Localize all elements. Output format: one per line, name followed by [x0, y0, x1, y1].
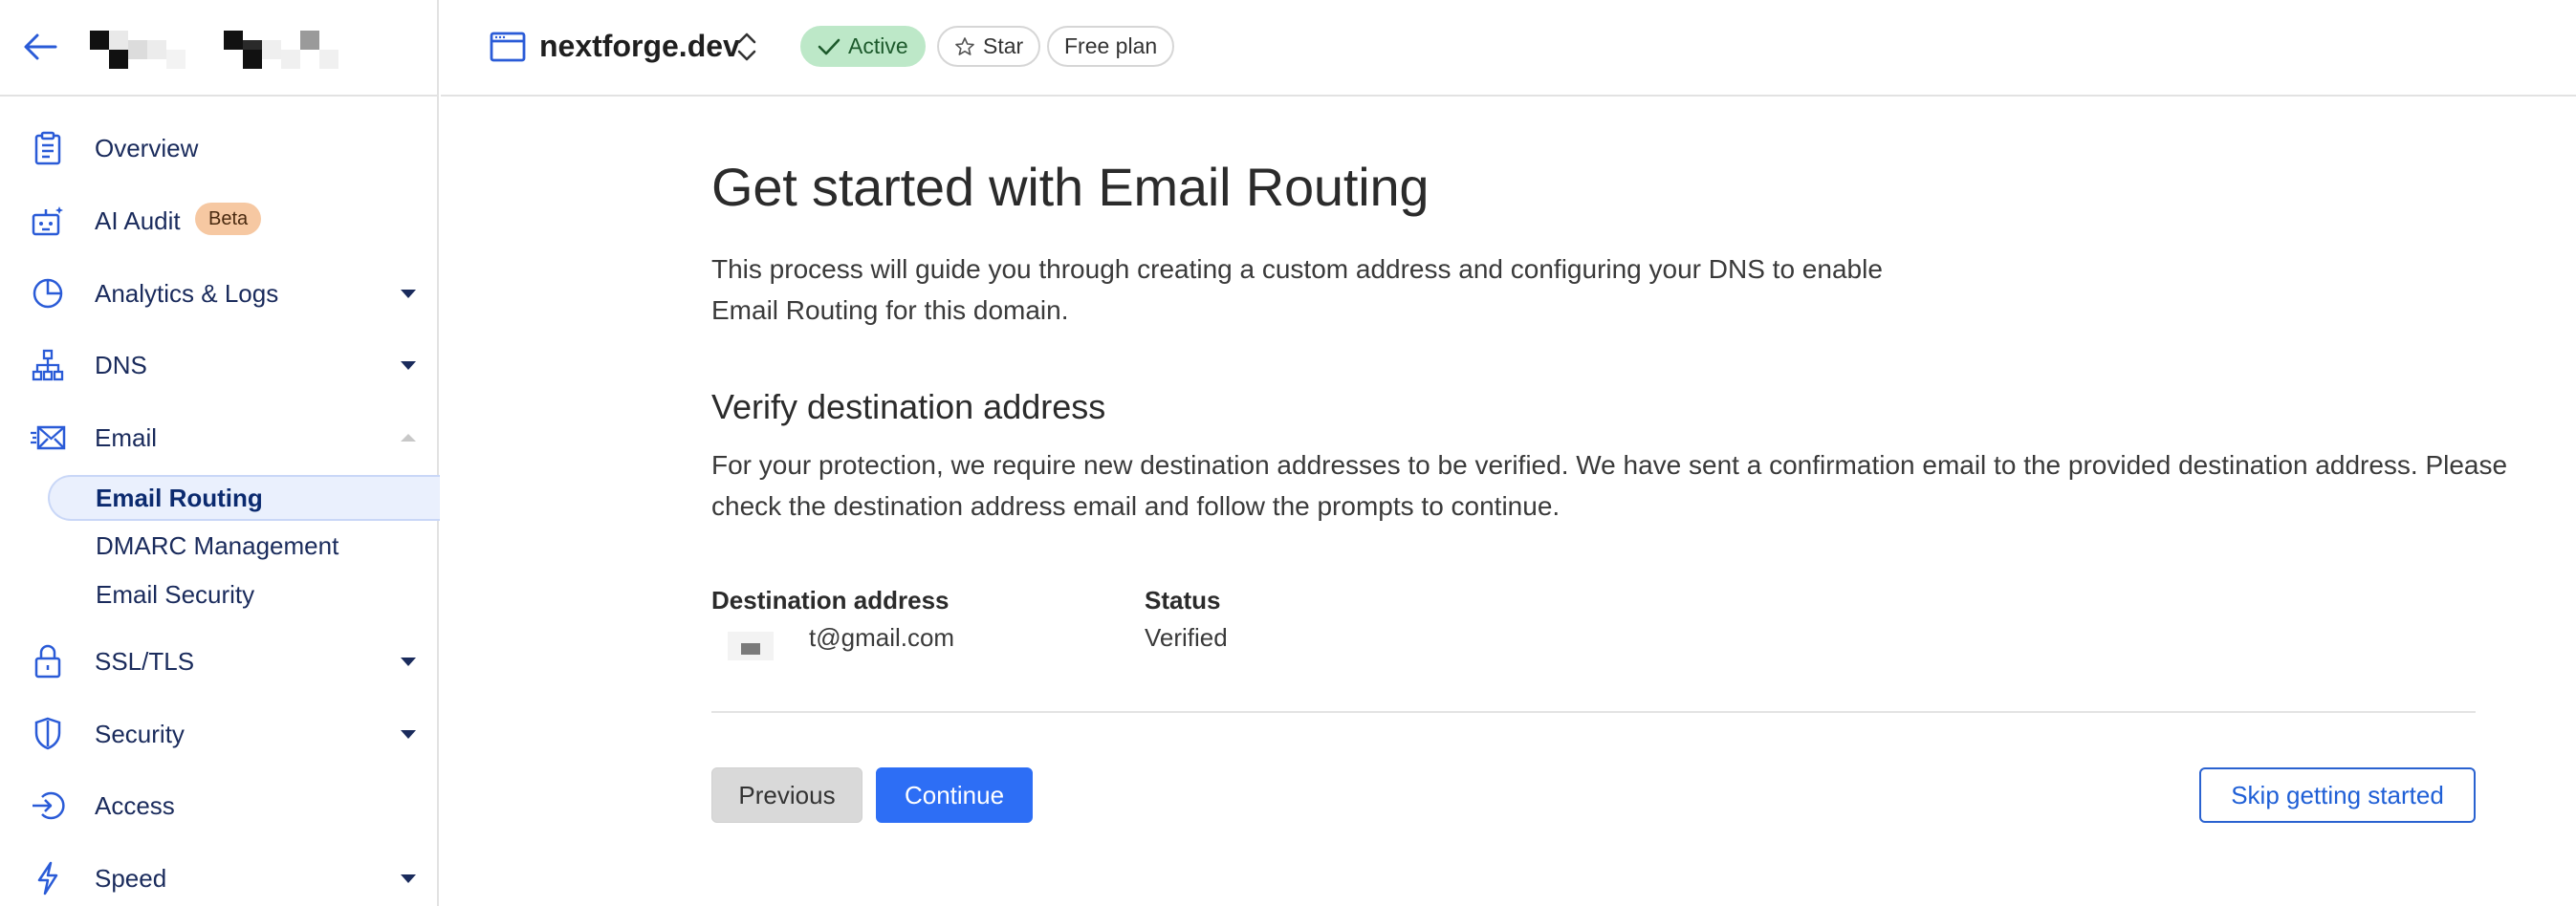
caret-down-icon — [401, 290, 416, 298]
sidebar-item-speed[interactable]: Speed — [0, 850, 437, 906]
sidebar-item-label: Analytics & Logs — [95, 278, 279, 308]
verify-description: For your protection, we require new dest… — [711, 450, 2508, 521]
sidebar-item-label: AI Audit — [95, 205, 181, 235]
clipboard-icon — [29, 129, 67, 167]
email-icon — [29, 419, 67, 457]
star-icon — [955, 36, 974, 55]
destination-address-value: t@gmail.com — [809, 623, 955, 652]
sidebar-item-label: Overview — [95, 133, 199, 162]
column-header-status: Status — [1145, 586, 1221, 615]
sidebar: Overview AI Audit Beta Analytics & Logs … — [0, 0, 440, 906]
status-badge: Active — [800, 26, 926, 67]
sidebar-item-security[interactable]: Security — [0, 705, 437, 763]
page-title: Get started with Email Routing — [711, 157, 1430, 217]
pie-chart-icon — [29, 274, 67, 313]
account-logo — [88, 29, 356, 69]
robot-icon — [29, 202, 67, 240]
network-icon — [29, 346, 67, 384]
plan-badge: Free plan — [1047, 26, 1175, 67]
caret-down-icon — [401, 361, 416, 370]
browser-window-icon — [489, 31, 527, 63]
zone-name: nextforge.dev — [539, 29, 740, 63]
section-title: Verify destination address — [711, 387, 1106, 426]
sidebar-item-access[interactable]: Access — [0, 777, 437, 834]
caret-down-icon — [401, 658, 416, 666]
intro-text: This process will guide you through crea… — [711, 254, 1883, 325]
star-label: Star — [983, 33, 1024, 58]
sidebar-subitem-email-routing[interactable]: Email Routing — [48, 475, 440, 521]
sidebar-item-ai-audit[interactable]: AI Audit Beta — [0, 192, 437, 249]
sidebar-subitem-dmarc-management[interactable]: DMARC Management — [48, 523, 430, 569]
star-button[interactable]: Star — [937, 26, 1041, 67]
sidebar-item-ssl-tls[interactable]: SSL/TLS — [0, 633, 437, 690]
sidebar-item-email[interactable]: Email — [0, 409, 437, 466]
status-label: Active — [848, 33, 908, 58]
beta-badge: Beta — [195, 203, 262, 235]
divider — [711, 711, 2476, 713]
sidebar-item-dns[interactable]: DNS — [0, 336, 437, 394]
sidebar-item-overview[interactable]: Overview — [0, 119, 437, 177]
main-content: Get started with Email Routing This proc… — [441, 97, 2576, 906]
sidebar-item-label: Speed — [95, 863, 167, 893]
sidebar-item-label: Email — [95, 422, 158, 452]
plan-label: Free plan — [1064, 33, 1158, 58]
chevron-updown-icon[interactable] — [734, 30, 759, 64]
caret-up-icon — [401, 434, 416, 442]
back-arrow-icon[interactable] — [21, 31, 59, 63]
shield-icon — [29, 715, 67, 753]
sidebar-item-label: SSL/TLS — [95, 646, 195, 676]
bolt-icon — [29, 859, 67, 897]
sidebar-subitem-label: Email Security — [96, 579, 255, 609]
sidebar-item-label: DNS — [95, 350, 147, 379]
status-value: Verified — [1145, 623, 1228, 652]
column-header-destination: Destination address — [711, 586, 950, 615]
previous-button[interactable]: Previous — [711, 767, 862, 823]
access-icon — [29, 787, 67, 825]
sidebar-header — [0, 0, 439, 97]
zone-header: nextforge.dev Active Star Free plan — [441, 0, 2576, 97]
caret-down-icon — [401, 730, 416, 739]
caret-down-icon — [401, 874, 416, 883]
continue-button[interactable]: Continue — [876, 767, 1033, 823]
sidebar-subitem-label: DMARC Management — [96, 530, 339, 560]
redacted-area — [728, 632, 774, 660]
skip-getting-started-button[interactable]: Skip getting started — [2199, 767, 2476, 823]
sidebar-item-label: Access — [95, 790, 175, 820]
sidebar-subitem-label: Email Routing — [96, 483, 263, 512]
sidebar-subitem-email-security[interactable]: Email Security — [48, 572, 430, 617]
lock-icon — [29, 642, 67, 680]
sidebar-item-label: Security — [95, 719, 185, 748]
check-icon — [818, 38, 840, 54]
sidebar-item-analytics-logs[interactable]: Analytics & Logs — [0, 265, 437, 322]
